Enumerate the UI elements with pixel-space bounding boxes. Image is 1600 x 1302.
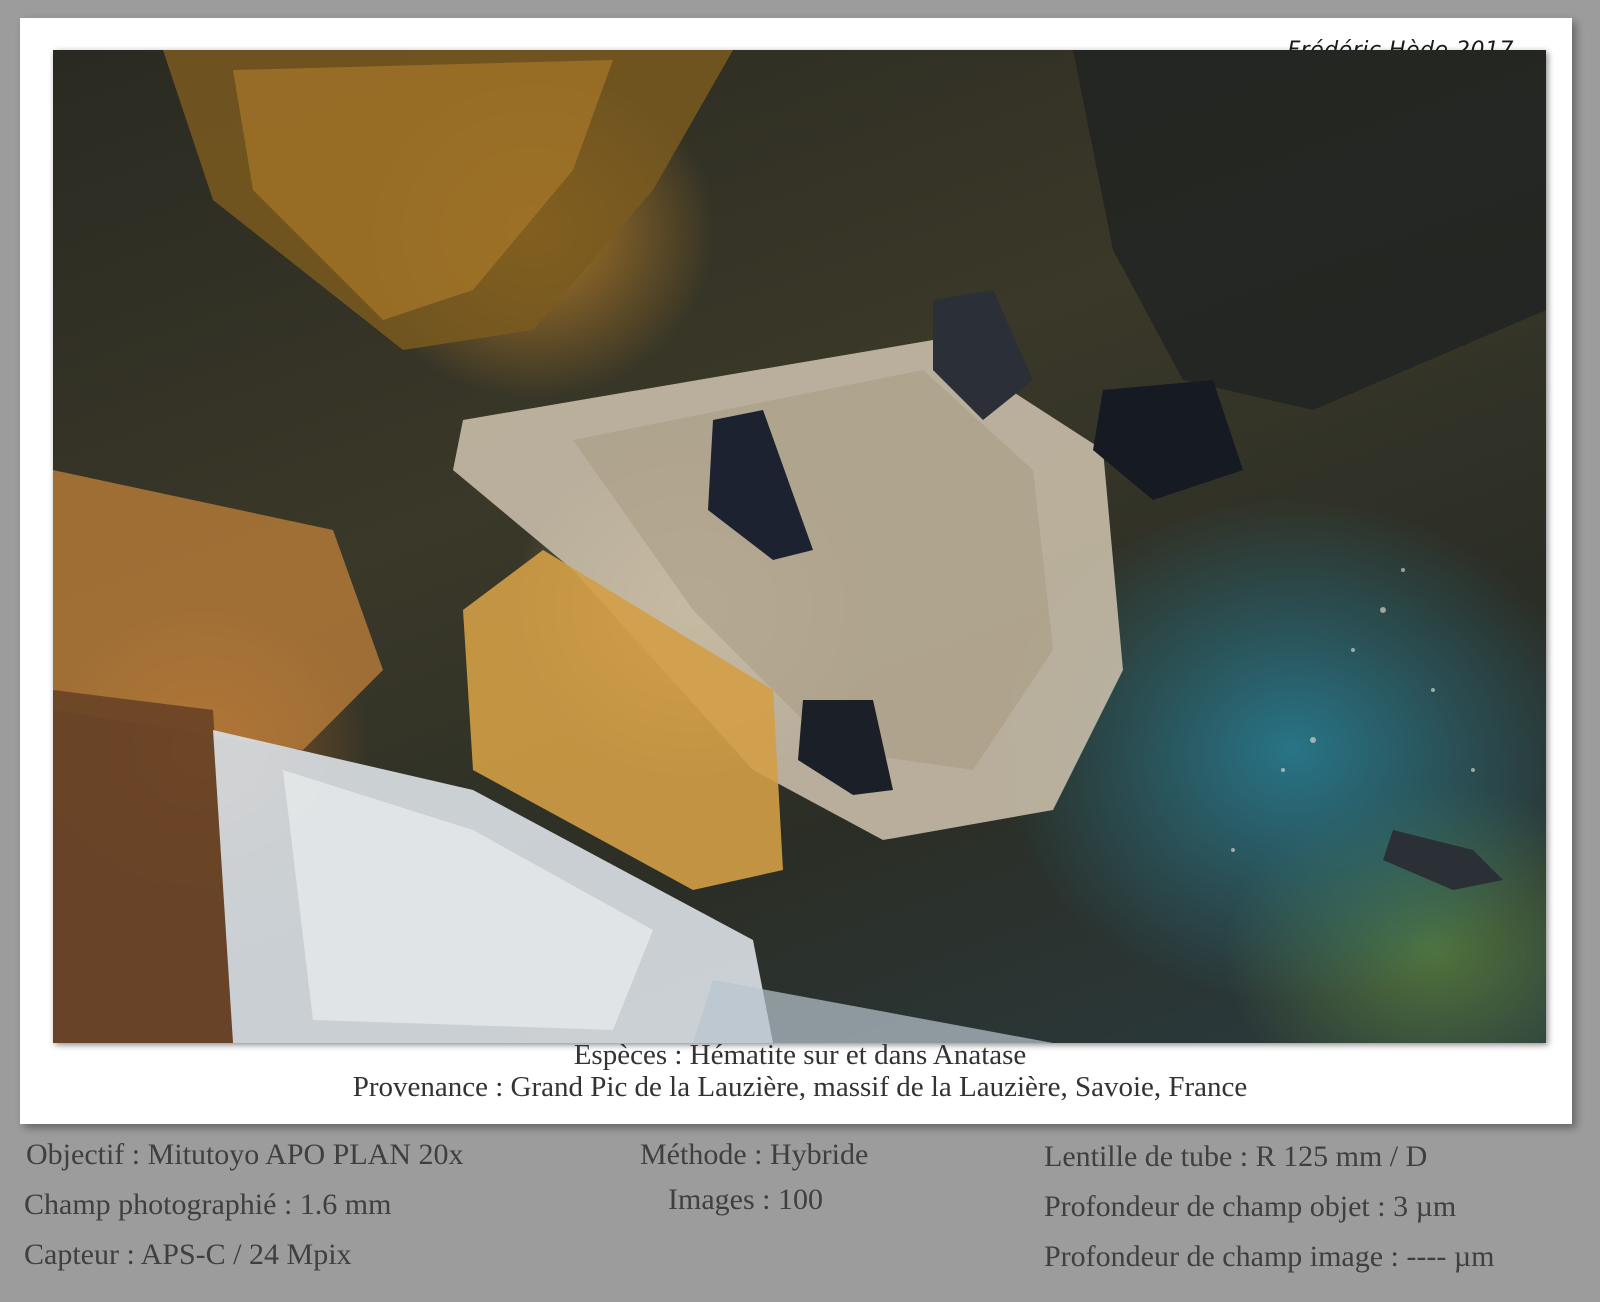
tube-lens-info: Lentille de tube : R 125 mm / D — [1044, 1140, 1428, 1173]
field-info: Champ photographié : 1.6 mm — [24, 1188, 392, 1221]
images-info: Images : 100 — [668, 1183, 823, 1216]
specimen-photo — [53, 50, 1546, 1043]
object-depth-info: Profondeur de champ objet : 3 µm — [1044, 1190, 1457, 1223]
method-info: Méthode : Hybride — [640, 1138, 869, 1171]
image-depth-info: Profondeur de champ image : ---- µm — [1044, 1240, 1495, 1273]
specimen-illustration — [53, 50, 1546, 1043]
photo-frame: Frédéric Hède 2017 — [20, 18, 1572, 1124]
sensor-info: Capteur : APS-C / 24 Mpix — [24, 1238, 352, 1271]
provenance-caption: Provenance : Grand Pic de la Lauzière, m… — [352, 1071, 1248, 1103]
species-caption: Espèces : Hématite sur et dans Anatase — [573, 1039, 1027, 1071]
objective-info: Objectif : Mitutoyo APO PLAN 20x — [26, 1138, 464, 1171]
